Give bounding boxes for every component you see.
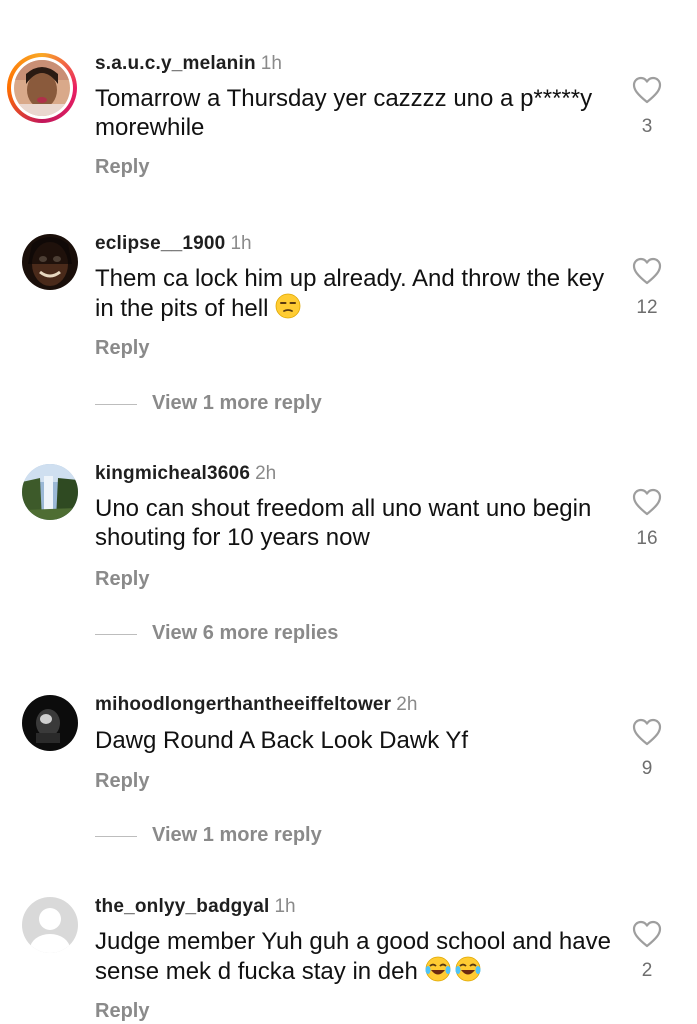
comment-text-content: Judge member Yuh guh a good school and h… xyxy=(95,928,611,985)
unamused-face-icon xyxy=(275,293,301,319)
username[interactable]: eclipse__1900 xyxy=(95,233,225,254)
like-button[interactable]: 16 xyxy=(630,488,664,550)
avatar[interactable] xyxy=(22,234,78,290)
comment-text: Them ca lock him up already. And throw t… xyxy=(95,264,615,323)
avatar[interactable] xyxy=(22,464,78,520)
view-more-label[interactable]: View 1 more reply xyxy=(152,824,322,847)
reply-button[interactable]: Reply xyxy=(95,1000,149,1023)
reply-button[interactable]: Reply xyxy=(95,156,149,179)
timestamp: 2h xyxy=(396,694,418,715)
view-more-label[interactable]: View 1 more reply xyxy=(152,392,322,415)
like-count: 16 xyxy=(636,528,658,549)
username[interactable]: mihoodlongerthantheeiffeltower xyxy=(95,694,391,715)
avatar[interactable] xyxy=(14,60,70,116)
comment-meta: s.a.u.c.y_melanin 1h xyxy=(95,53,282,75)
timestamp: 1h xyxy=(274,896,296,917)
timestamp: 1h xyxy=(230,233,252,254)
avatar[interactable] xyxy=(22,695,78,751)
comment-meta: the_onlyy_badgyal 1h xyxy=(95,896,296,918)
story-ring[interactable] xyxy=(7,53,77,123)
comment-text-content: Them ca lock him up already. And throw t… xyxy=(95,265,605,322)
like-button[interactable]: 2 xyxy=(630,920,664,982)
like-count: 9 xyxy=(641,758,653,779)
heart-icon[interactable] xyxy=(632,76,662,104)
comment-meta: mihoodlongerthantheeiffeltower 2h xyxy=(95,694,417,716)
like-count: 12 xyxy=(636,297,658,318)
divider xyxy=(95,404,137,405)
heart-icon[interactable] xyxy=(632,718,662,746)
view-more-label[interactable]: View 6 more replies xyxy=(152,622,338,645)
username[interactable]: s.a.u.c.y_melanin xyxy=(95,53,256,74)
like-button[interactable]: 12 xyxy=(630,257,664,319)
comment-text: Judge member Yuh guh a good school and h… xyxy=(95,927,615,986)
heart-icon[interactable] xyxy=(632,257,662,285)
divider xyxy=(95,634,137,635)
laughing-tears-icon xyxy=(425,956,481,982)
comment-text: Uno can shout freedom all uno want uno b… xyxy=(95,495,592,551)
like-button[interactable]: 3 xyxy=(630,76,664,138)
like-count: 3 xyxy=(641,116,653,137)
reply-button[interactable]: Reply xyxy=(95,770,149,793)
username[interactable]: the_onlyy_badgyal xyxy=(95,896,269,917)
avatar[interactable] xyxy=(22,897,78,953)
heart-icon[interactable] xyxy=(632,488,662,516)
username[interactable]: kingmicheal3606 xyxy=(95,463,250,484)
like-button[interactable]: 9 xyxy=(630,718,664,780)
heart-icon[interactable] xyxy=(632,920,662,948)
timestamp: 1h xyxy=(260,53,282,74)
reply-button[interactable]: Reply xyxy=(95,568,149,591)
comment-text: Tomarrow a Thursday yer cazzzz uno a p**… xyxy=(95,85,593,141)
comment-meta: kingmicheal3606 2h xyxy=(95,463,276,485)
comment-meta: eclipse__1900 1h xyxy=(95,233,252,255)
comment-text: Dawg Round A Back Look Dawk Yf xyxy=(95,727,469,754)
reply-button[interactable]: Reply xyxy=(95,337,149,360)
like-count: 2 xyxy=(641,960,653,981)
divider xyxy=(95,836,137,837)
timestamp: 2h xyxy=(255,463,277,484)
